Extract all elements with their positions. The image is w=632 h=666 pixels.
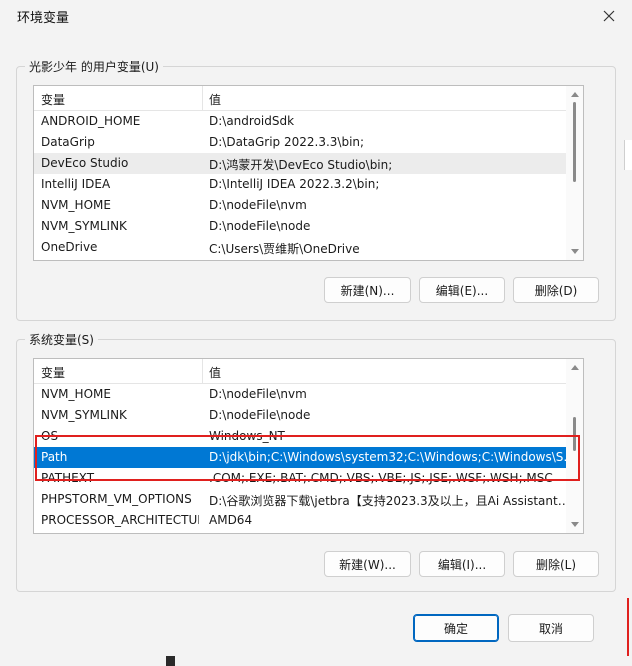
variable-name: PATHEXT	[41, 471, 95, 485]
column-header-variable[interactable]: 变量	[41, 91, 65, 108]
variable-name: DataGrip	[41, 135, 95, 149]
system-edit-button[interactable]: 编辑(I)...	[419, 551, 505, 577]
variable-name: IntelliJ IDEA	[41, 177, 111, 191]
title-bar: 环境变量	[0, 0, 632, 32]
scroll-thumb[interactable]	[573, 417, 576, 451]
list-header: 变量 值	[34, 86, 583, 111]
background-taskbar-fragment	[166, 656, 175, 666]
user-variables-label: 光影少年 的用户变量(U)	[25, 58, 163, 75]
user-delete-button[interactable]: 删除(D)	[513, 277, 599, 303]
list-item[interactable]: NVM_SYMLINK D:\nodeFile\node	[34, 216, 583, 237]
list-item[interactable]: DataGrip D:\DataGrip 2022.3.3\bin;	[34, 132, 583, 153]
column-header-value[interactable]: 值	[209, 91, 221, 108]
variable-value: D:\nodeFile\node	[209, 219, 311, 233]
user-edit-button[interactable]: 编辑(E)...	[419, 277, 505, 303]
list-item-selected[interactable]: Path D:\jdk\bin;C:\Windows\system32;C:\W…	[34, 447, 583, 468]
variable-value: .COM;.EXE;.BAT;.CMD;.VBS;.VBE;.JS;.JSE;.…	[209, 471, 553, 485]
scroll-up-icon[interactable]	[571, 365, 579, 370]
list-item[interactable]: PROCESSOR_ARCHITECTURE AMD64	[34, 510, 583, 531]
vertical-scrollbar[interactable]	[566, 86, 583, 260]
variable-name: DevEco Studio	[41, 156, 129, 170]
column-separator[interactable]	[202, 359, 203, 383]
list-item[interactable]: NVM_HOME D:\nodeFile\nvm	[34, 195, 583, 216]
list-item[interactable]: DevEco Studio D:\鸿蒙开发\DevEco Studio\bin;	[34, 153, 583, 174]
scroll-up-icon[interactable]	[571, 92, 579, 97]
variable-name: OS	[41, 429, 59, 443]
background-window-edge	[624, 140, 632, 170]
scroll-down-icon[interactable]	[571, 522, 579, 527]
list-item[interactable]: OneDrive C:\Users\贾维斯\OneDrive	[34, 237, 583, 258]
list-item[interactable]: NVM_SYMLINK D:\nodeFile\node	[34, 405, 583, 426]
scroll-down-icon[interactable]	[571, 249, 579, 254]
variable-name: PROCESSOR_ARCHITECTURE	[41, 513, 199, 527]
variable-value: D:\DataGrip 2022.3.3\bin;	[209, 135, 365, 149]
list-header: 变量 值	[34, 359, 583, 384]
close-icon	[603, 10, 615, 22]
variable-name: NVM_HOME	[41, 198, 111, 212]
column-header-variable[interactable]: 变量	[41, 364, 65, 381]
window-title: 环境变量	[17, 11, 70, 26]
variable-name: PHPSTORM_VM_OPTIONS	[41, 492, 192, 506]
variable-value: D:\nodeFile\nvm	[209, 198, 307, 212]
variable-value: D:\IntelliJ IDEA 2022.3.2\bin;	[209, 177, 380, 191]
variable-value: D:\jdk\bin;C:\Windows\system32;C:\Window…	[209, 450, 579, 464]
variable-value: C:\Users\贾维斯\OneDrive	[209, 242, 360, 256]
ok-button[interactable]: 确定	[413, 614, 499, 642]
list-item[interactable]: NVM_HOME D:\nodeFile\nvm	[34, 384, 583, 405]
column-separator[interactable]	[202, 86, 203, 110]
variable-name: ANDROID_HOME	[41, 114, 141, 128]
variable-value: D:\nodeFile\nvm	[209, 387, 307, 401]
system-variables-list[interactable]: 变量 值 NVM_HOME D:\nodeFile\nvm NVM_SYMLIN…	[33, 358, 584, 534]
variable-name: Path	[41, 450, 68, 464]
list-item[interactable]: PHPSTORM_VM_OPTIONS D:\谷歌浏览器下载\jetbra【支持…	[34, 489, 583, 510]
variable-name: OneDrive	[41, 240, 98, 254]
list-item[interactable]: OS Windows_NT	[34, 426, 583, 447]
system-delete-button[interactable]: 删除(L)	[513, 551, 599, 577]
list-item[interactable]: IntelliJ IDEA D:\IntelliJ IDEA 2022.3.2\…	[34, 174, 583, 195]
user-variables-list[interactable]: 变量 值 ANDROID_HOME D:\androidSdk DataGrip…	[33, 85, 584, 261]
user-new-button[interactable]: 新建(N)...	[324, 277, 411, 303]
variable-name: NVM_SYMLINK	[41, 219, 127, 233]
close-button[interactable]	[586, 0, 632, 32]
list-item[interactable]: ANDROID_HOME D:\androidSdk	[34, 111, 583, 132]
scroll-thumb[interactable]	[573, 102, 576, 182]
variable-name: NVM_HOME	[41, 387, 111, 401]
variable-value: AMD64	[209, 513, 253, 527]
variable-value: D:\谷歌浏览器下载\jetbra【支持2023.3及以上，且Ai Assist…	[209, 494, 579, 508]
variable-value: Windows_NT	[209, 429, 285, 443]
variable-value: D:\鸿蒙开发\DevEco Studio\bin;	[209, 158, 393, 172]
variable-value: D:\androidSdk	[209, 114, 295, 128]
cancel-button[interactable]: 取消	[508, 614, 594, 642]
list-item[interactable]: PATHEXT .COM;.EXE;.BAT;.CMD;.VBS;.VBE;.J…	[34, 468, 583, 489]
vertical-scrollbar[interactable]	[566, 359, 583, 533]
variable-name: NVM_SYMLINK	[41, 408, 127, 422]
system-new-button[interactable]: 新建(W)...	[324, 551, 411, 577]
column-header-value[interactable]: 值	[209, 364, 221, 381]
system-variables-label: 系统变量(S)	[25, 331, 98, 348]
variable-value: D:\nodeFile\node	[209, 408, 311, 422]
window-bottom-edge	[0, 656, 632, 666]
